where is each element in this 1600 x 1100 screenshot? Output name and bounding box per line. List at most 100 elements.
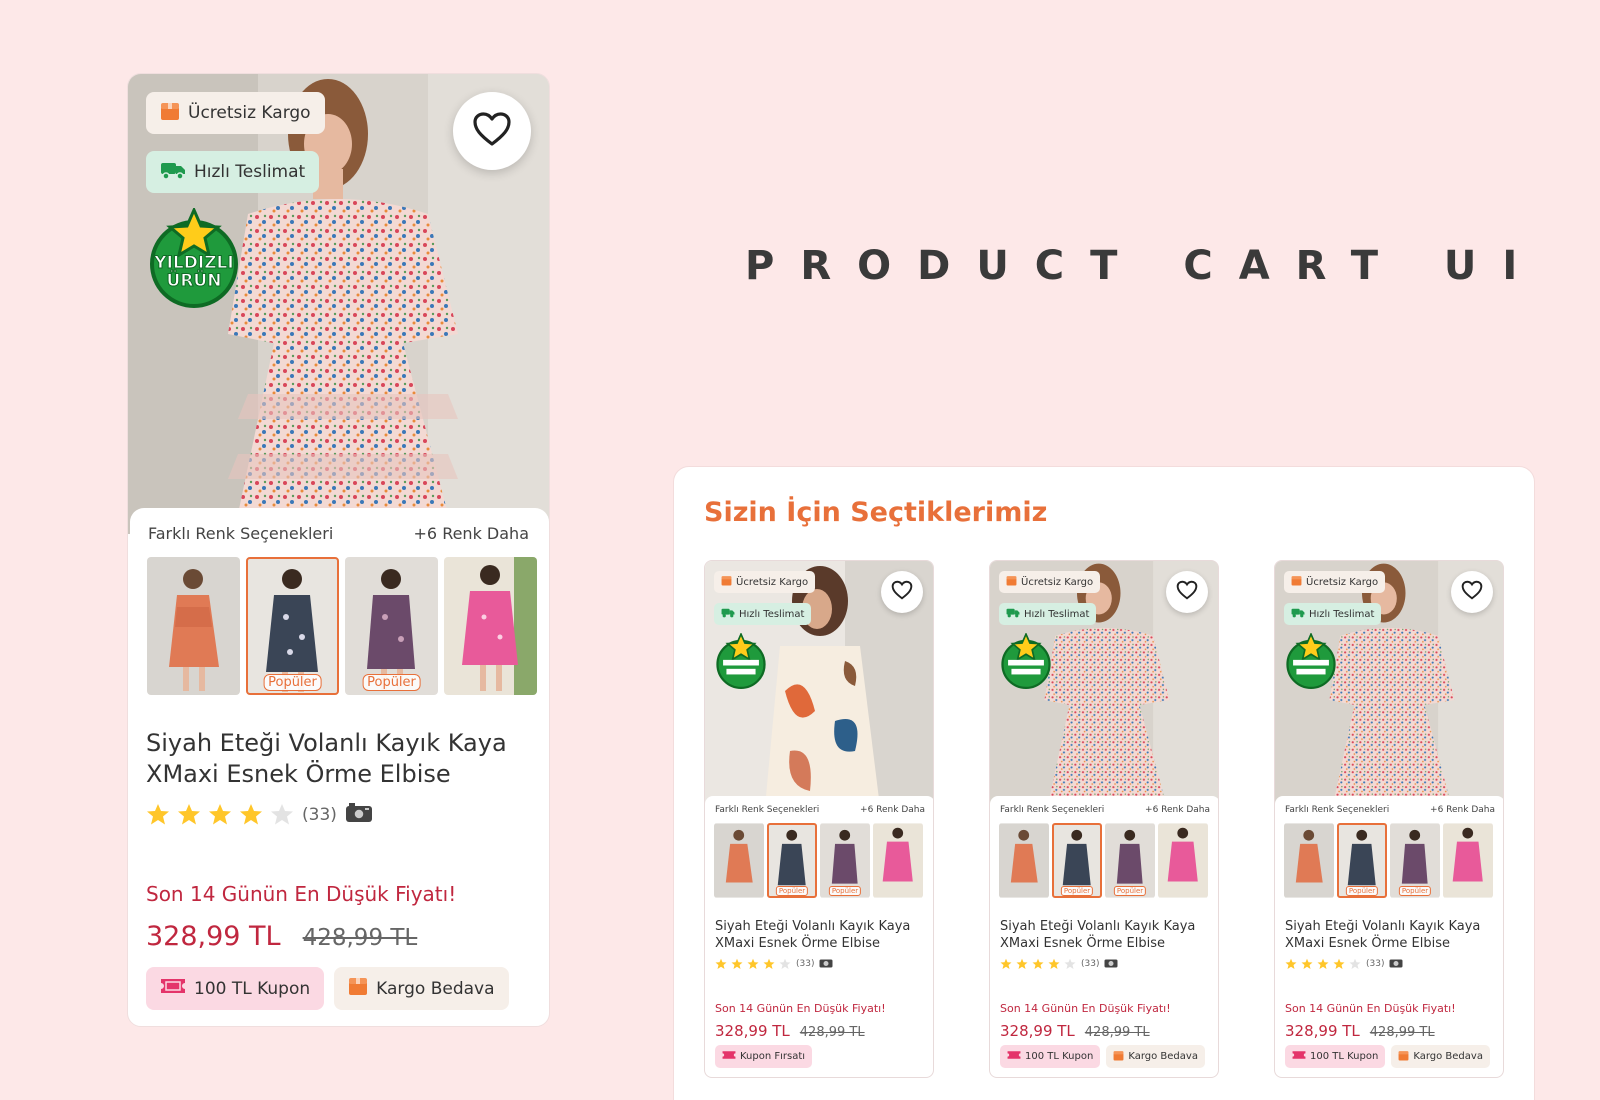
starred-product-badge [1283,632,1339,693]
coupon-tag[interactable]: 100 TL Kupon [146,967,325,1010]
star-icon [747,958,759,969]
free-cargo-label: Ücretsiz Kargo [1306,576,1379,588]
star-icon [715,958,727,969]
review-count[interactable]: (33) [1081,959,1099,969]
truck-icon [1006,607,1020,621]
camera-icon [819,957,833,971]
color-thumb[interactable]: Popüler [1390,823,1440,898]
current-price: 328,99 TL [715,1022,790,1040]
more-colors-link[interactable]: +6 Renk Daha [1430,805,1495,815]
product-card[interactable]: Ücretsiz Kargo Hızlı Teslimat Farklı Ren… [704,560,934,1078]
color-options-label: Farklı Renk Seçenekleri [148,524,334,543]
coupon-tag[interactable]: Kupon Fırsatı [715,1045,813,1068]
star-icon [1032,958,1044,969]
star-empty-icon [1349,958,1361,969]
color-thumb-selected[interactable]: Popüler [767,823,817,898]
star-empty-icon [1064,958,1076,969]
favorite-button[interactable] [453,92,531,170]
star-icon [240,804,262,825]
starred-product-badge: YILDIZLI ÜRÜN [144,206,244,312]
color-thumb[interactable] [1158,823,1208,898]
product-card[interactable]: Ücretsiz Kargo Hızlı Teslimat Farklı Ren… [989,560,1219,1078]
price-block: 328,99 TL 428,99 TL [1285,1022,1435,1040]
star-rating [146,803,294,826]
favorite-button[interactable] [881,571,923,613]
box-icon [1291,575,1302,589]
rating: (33) [1285,957,1403,971]
color-thumb[interactable] [873,823,923,898]
box-icon [348,976,368,1001]
price-block: 328,99 TL 428,99 TL [1000,1022,1150,1040]
heart-icon [472,111,512,151]
truck-icon [721,607,735,621]
promo-tags: 100 TL Kupon Kargo Bedava [146,967,509,1010]
color-thumb[interactable]: Popüler [1105,823,1155,898]
camera-icon [1389,957,1403,971]
free-cargo-badge: Ücretsiz Kargo [1284,571,1386,593]
old-price: 428,99 TL [302,925,418,951]
popular-tag: Popüler [1113,886,1147,896]
ticket-icon [722,1050,736,1063]
color-thumb[interactable] [444,557,537,695]
review-count[interactable]: (33) [1366,959,1384,969]
product-card-featured[interactable]: Ücretsiz Kargo Hızlı Teslimat YILDIZLI Ü… [127,73,550,1027]
free-cargo-label: Ücretsiz Kargo [1021,576,1094,588]
rating: (33) [1000,957,1118,971]
color-options: Farklı Renk Seçenekleri +6 Renk Daha Popü… [1275,796,1503,908]
color-thumb[interactable]: Popüler [345,557,438,695]
review-count[interactable]: (33) [796,959,814,969]
lowest-price-note: Son 14 Günün En Düşük Fiyatı! [715,1002,886,1015]
heart-icon [1176,580,1198,604]
product-title[interactable]: Siyah Eteği Volanlı Kayık Kaya XMaxi Esn… [715,918,927,952]
color-options: Farklı Renk Seçenekleri +6 Renk Daha Popü… [705,796,933,908]
heart-icon [1461,580,1483,604]
star-rating [1285,958,1361,970]
color-thumb[interactable] [714,823,764,898]
more-colors-link[interactable]: +6 Renk Daha [860,805,925,815]
product-card[interactable]: Ücretsiz Kargo Hızlı Teslimat Farklı Ren… [1274,560,1504,1078]
box-icon [1398,1050,1409,1064]
price-block: 328,99 TL 428,99 TL [715,1022,865,1040]
star-icon [1301,958,1313,969]
coupon-tag[interactable]: 100 TL Kupon [1000,1045,1101,1068]
fast-delivery-label: Hızlı Teslimat [1024,608,1090,620]
box-icon [1006,575,1017,589]
color-thumb-selected[interactable]: Popüler [1337,823,1387,898]
popular-tag: Popüler [263,674,322,691]
free-shipping-tag: Kargo Bedava [1391,1045,1490,1068]
free-cargo-badge: Ücretsiz Kargo [714,571,816,593]
favorite-button[interactable] [1166,571,1208,613]
color-options: Farklı Renk Seçenekleri +6 Renk Daha Pop… [130,508,549,718]
lowest-price-note: Son 14 Günün En Düşük Fiyatı! [146,882,457,906]
product-title[interactable]: Siyah Eteği Volanlı Kayık Kaya XMaxi Esn… [1285,918,1497,952]
rating: (33) [715,957,833,971]
old-price: 428,99 TL [1084,1025,1150,1040]
product-title[interactable]: Siyah Eteği Volanlı Kayık Kaya XMaxi Esn… [146,728,536,790]
color-thumb[interactable] [999,823,1049,898]
box-icon [721,575,732,589]
more-colors-link[interactable]: +6 Renk Daha [1145,805,1210,815]
star-icon [1016,958,1028,969]
color-thumb-selected[interactable]: Popüler [1052,823,1102,898]
favorite-button[interactable] [1451,571,1493,613]
color-thumb[interactable] [1284,823,1334,898]
popular-tag: Popüler [1060,886,1094,896]
free-cargo-label: Ücretsiz Kargo [736,576,809,588]
star-icon [209,804,231,825]
free-shipping-tag: Kargo Bedava [1106,1045,1205,1068]
promo-tags: Kupon Fırsatı [715,1045,813,1068]
more-colors-link[interactable]: +6 Renk Daha [414,524,529,543]
color-thumb[interactable] [1443,823,1493,898]
fast-delivery-badge: Hızlı Teslimat [714,603,812,625]
review-count[interactable]: (33) [302,805,337,825]
starred-badge-text-top: YILDIZLI [153,253,233,273]
coupon-label: 100 TL Kupon [1310,1051,1379,1062]
old-price: 428,99 TL [1369,1025,1435,1040]
color-thumb[interactable]: Popüler [820,823,870,898]
lowest-price-note: Son 14 Günün En Düşük Fiyatı! [1000,1002,1171,1015]
starred-product-badge [998,632,1054,693]
color-thumb-selected[interactable]: Popüler [246,557,339,695]
coupon-tag[interactable]: 100 TL Kupon [1285,1045,1386,1068]
product-title[interactable]: Siyah Eteği Volanlı Kayık Kaya XMaxi Esn… [1000,918,1212,952]
color-thumb[interactable] [147,557,240,695]
